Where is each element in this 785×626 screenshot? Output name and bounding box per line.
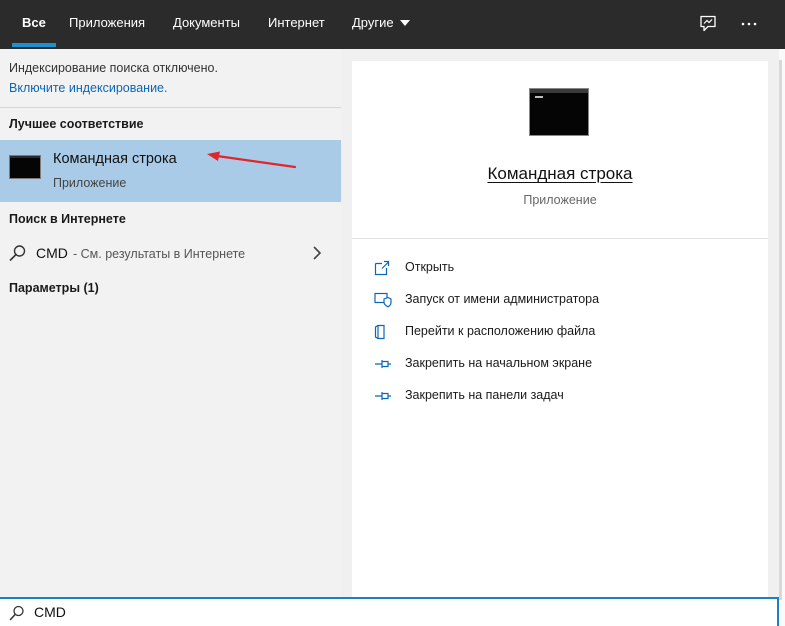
action-pin-to-start[interactable]: Закрепить на начальном экране xyxy=(374,352,754,376)
file-location-icon xyxy=(374,324,385,340)
enable-indexing-link[interactable]: Включите индексирование. xyxy=(9,81,167,95)
web-search-header: Поиск в Интернете xyxy=(9,212,126,226)
app-title[interactable]: Командная строка xyxy=(352,164,768,184)
shield-icon xyxy=(374,292,392,308)
more-icon[interactable] xyxy=(739,14,759,34)
divider xyxy=(352,238,768,239)
tab-documents[interactable]: Документы xyxy=(173,0,240,49)
background-window-edge xyxy=(779,0,785,626)
search-filter-bar: Все Приложения Документы Интернет Другие xyxy=(0,0,779,49)
action-label: Открыть xyxy=(405,260,455,274)
prompt-cursor xyxy=(535,96,543,98)
web-search-result[interactable]: CMD - См. результаты в Интернете xyxy=(0,236,341,272)
search-box[interactable] xyxy=(0,597,779,626)
action-label: Закрепить на начальном экране xyxy=(405,356,593,370)
app-type: Приложение xyxy=(523,193,597,207)
tab-apps[interactable]: Приложения xyxy=(69,0,145,49)
background-scrollbar xyxy=(779,60,782,600)
action-run-as-admin[interactable]: Запуск от имени администратора xyxy=(374,288,754,312)
search-input[interactable] xyxy=(34,602,734,622)
background-window-titlebar xyxy=(779,0,785,49)
web-result-suffix: - См. результаты в Интернете xyxy=(73,247,246,261)
divider xyxy=(0,107,341,108)
tab-other-label: Другие xyxy=(352,15,394,30)
action-open-file-location[interactable]: Перейти к расположению файла xyxy=(374,320,754,344)
best-match-header: Лучшее соответствие xyxy=(9,117,144,131)
results-pane: Индексирование поиска отключено. Включит… xyxy=(0,49,341,597)
tab-internet[interactable]: Интернет xyxy=(268,0,325,49)
open-icon xyxy=(374,260,390,276)
action-label: Запуск от имени администратора xyxy=(405,292,600,306)
tab-all[interactable]: Все xyxy=(12,0,56,49)
action-pin-to-taskbar[interactable]: Закрепить на панели задач xyxy=(374,384,754,408)
annotation-arrow-icon xyxy=(207,151,297,169)
indexing-disabled-text: Индексирование поиска отключено. xyxy=(9,61,218,75)
best-match-item[interactable]: Командная строка Приложение xyxy=(0,140,341,202)
chevron-right-icon xyxy=(313,246,322,260)
chevron-down-icon xyxy=(399,19,410,26)
best-match-subtitle: Приложение xyxy=(53,176,127,190)
best-match-title: Командная строка xyxy=(53,151,177,167)
search-icon xyxy=(9,605,24,621)
command-prompt-icon xyxy=(9,155,41,179)
search-icon xyxy=(9,245,26,261)
action-open[interactable]: Открыть xyxy=(374,256,754,280)
action-label: Перейти к расположению файла xyxy=(405,324,596,338)
pin-icon xyxy=(375,360,391,368)
pin-icon xyxy=(375,392,391,400)
settings-header[interactable]: Параметры (1) xyxy=(9,281,99,295)
tab-other[interactable]: Другие xyxy=(352,0,410,49)
action-label: Закрепить на панели задач xyxy=(405,388,564,402)
web-query-text: CMD xyxy=(36,245,68,261)
feedback-icon[interactable] xyxy=(698,14,718,34)
command-prompt-icon xyxy=(529,88,589,136)
detail-pane: Командная строка Приложение Открыть Запу… xyxy=(352,61,768,597)
